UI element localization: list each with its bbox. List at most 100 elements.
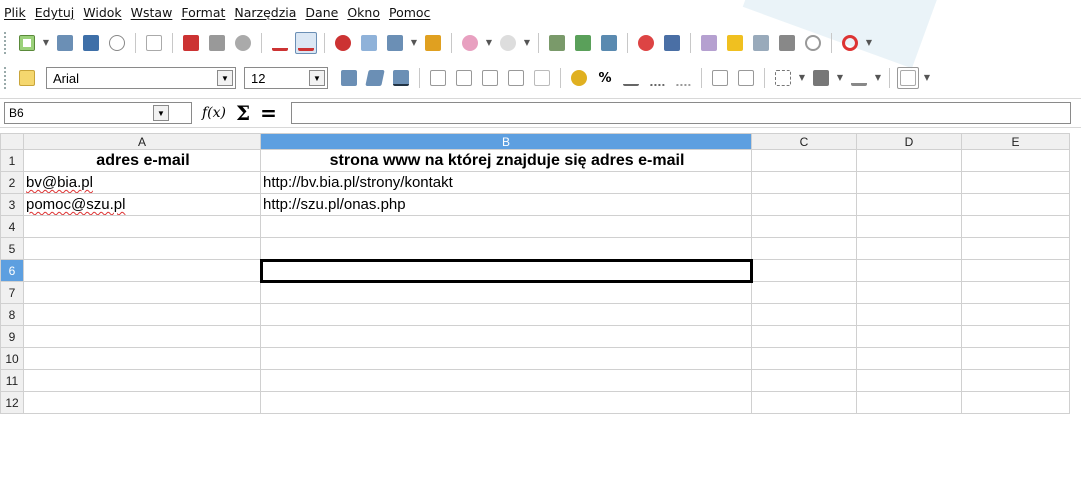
styles-button[interactable] [16,67,38,89]
column-header-c[interactable]: C [751,133,857,150]
menu-edytuj[interactable]: Edytuj [35,5,75,20]
cell-a4[interactable] [23,215,261,238]
cell-d3[interactable] [856,193,962,216]
borders-button[interactable] [772,67,794,89]
name-box-dropdown-icon[interactable]: ▼ [153,105,169,121]
undo-button[interactable] [459,32,481,54]
cell-c11[interactable] [751,369,857,392]
cell-c5[interactable] [751,237,857,260]
merge-cells-button[interactable] [531,67,553,89]
cell-a9[interactable] [23,325,261,348]
background-color-button[interactable] [810,67,832,89]
cell-a1[interactable]: adres e-mail [23,149,261,172]
paste-dropdown-arrow[interactable]: ▼ [408,32,420,54]
autospellcheck-button[interactable] [295,32,317,54]
cell-e8[interactable] [961,303,1070,326]
row-header[interactable]: 10 [0,347,24,370]
cell-b11[interactable] [260,369,752,392]
hyperlink-button[interactable] [546,32,568,54]
toolbar-grip[interactable] [4,32,8,54]
cell-c8[interactable] [751,303,857,326]
add-decimal-button[interactable] [646,67,668,89]
paste-button[interactable] [384,32,406,54]
column-header-d[interactable]: D [856,133,962,150]
formula-button[interactable]: = [260,101,277,125]
export-pdf-button[interactable] [180,32,202,54]
new-dropdown-arrow[interactable]: ▼ [40,32,52,54]
row-header[interactable]: 8 [0,303,24,326]
cell-b3[interactable]: http://szu.pl/onas.php [260,193,752,216]
redo-dropdown-arrow[interactable]: ▼ [521,32,533,54]
align-left-button[interactable] [427,67,449,89]
currency-format-button[interactable] [568,67,590,89]
print-button[interactable] [206,32,228,54]
toolbar-grip[interactable] [4,67,8,89]
cell-d10[interactable] [856,347,962,370]
cell-c12[interactable] [751,391,857,414]
font-color-dropdown-arrow[interactable]: ▼ [872,67,884,89]
undo-dropdown-arrow[interactable]: ▼ [483,32,495,54]
menu-okno[interactable]: Okno [347,5,380,20]
cell-d11[interactable] [856,369,962,392]
cell-e6[interactable] [961,259,1070,282]
menu-plik[interactable]: Plik [4,5,26,20]
formula-input[interactable] [290,102,1071,124]
cell-b8[interactable] [260,303,752,326]
cell-b9[interactable] [260,325,752,348]
cell-b4[interactable] [260,215,752,238]
cell-b1[interactable]: strona www na której znajduje się adres … [260,149,752,172]
cell-d1[interactable] [856,149,962,172]
edit-file-button[interactable] [143,32,165,54]
cell-d7[interactable] [856,281,962,304]
increase-indent-button[interactable] [735,67,757,89]
column-header-b[interactable]: B [260,133,752,150]
cell-a3[interactable]: pomoc@szu.pl [23,193,261,216]
row-header[interactable]: 9 [0,325,24,348]
cell-a6[interactable] [23,259,261,282]
menu-format[interactable]: Format [181,5,225,20]
cell-c6[interactable] [751,259,857,282]
font-size-box[interactable]: 12 ▼ [244,67,328,89]
cell-a7[interactable] [23,281,261,304]
borders-dropdown-arrow[interactable]: ▼ [796,67,808,89]
cell-e5[interactable] [961,237,1070,260]
row-header[interactable]: 11 [0,369,24,392]
cell-d5[interactable] [856,237,962,260]
font-color-button[interactable] [848,67,870,89]
cell-c9[interactable] [751,325,857,348]
copy-button[interactable] [358,32,380,54]
new-document-button[interactable] [16,32,38,54]
cell-b2[interactable]: http://bv.bia.pl/strony/kontakt [260,171,752,194]
cell-c1[interactable] [751,149,857,172]
row-header-active[interactable]: 6 [0,259,24,282]
row-header[interactable]: 7 [0,281,24,304]
cell-a10[interactable] [23,347,261,370]
cell-a5[interactable] [23,237,261,260]
save-button[interactable] [80,32,102,54]
cell-d4[interactable] [856,215,962,238]
row-header[interactable]: 4 [0,215,24,238]
menu-narzedzia[interactable]: Narzędzia [234,5,296,20]
sort-descending-button[interactable] [598,32,620,54]
gallery-button[interactable] [776,32,798,54]
menu-dane[interactable]: Dane [305,5,338,20]
italic-button[interactable] [364,67,386,89]
zoom-button[interactable] [802,32,824,54]
find-replace-button[interactable] [724,32,746,54]
cell-a11[interactable] [23,369,261,392]
cell-d9[interactable] [856,325,962,348]
cell-b5[interactable] [260,237,752,260]
percent-format-button[interactable]: % [594,67,616,89]
background-color-dropdown-arrow[interactable]: ▼ [834,67,846,89]
cell-e9[interactable] [961,325,1070,348]
align-center-button[interactable] [453,67,475,89]
cell-e7[interactable] [961,281,1070,304]
toolbar-overflow-arrow[interactable]: ▼ [921,67,933,89]
toolbar-overflow-arrow[interactable]: ▼ [863,32,875,54]
cell-e11[interactable] [961,369,1070,392]
sort-ascending-button[interactable] [572,32,594,54]
cell-e3[interactable] [961,193,1070,216]
cell-b10[interactable] [260,347,752,370]
font-size-dropdown-icon[interactable]: ▼ [309,70,325,86]
open-button[interactable] [54,32,76,54]
